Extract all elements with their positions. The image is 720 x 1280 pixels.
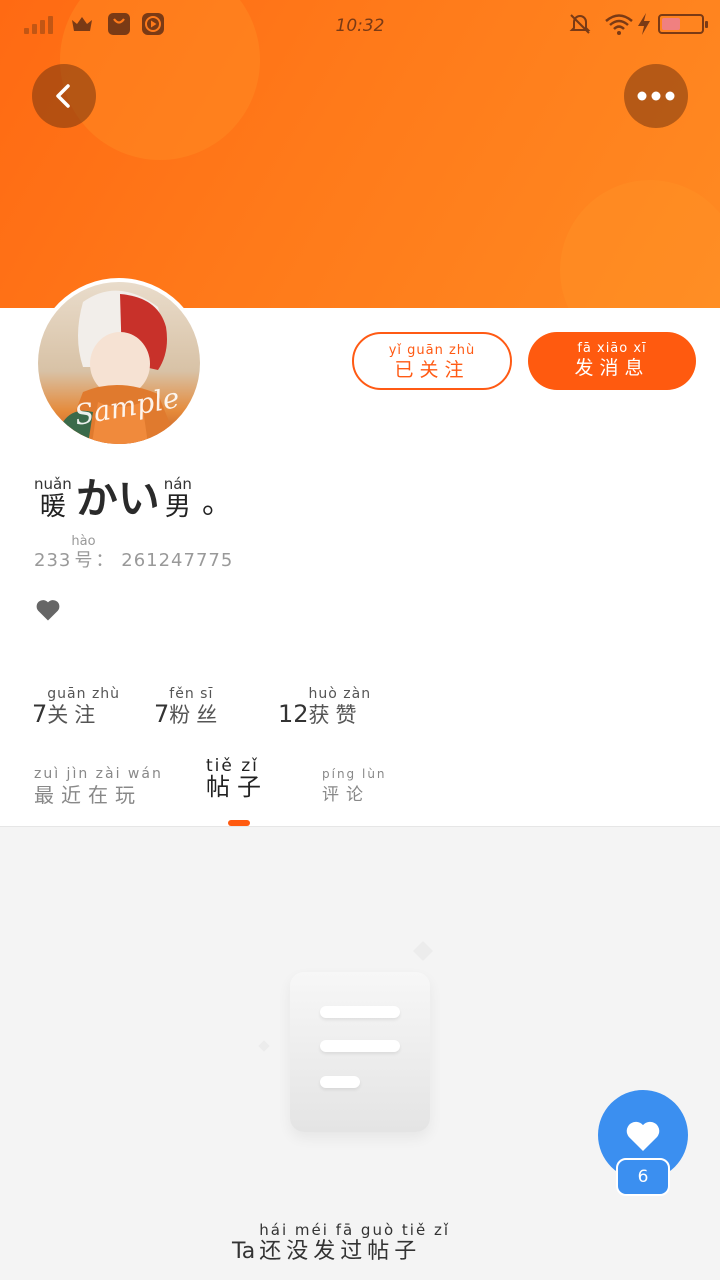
battery-icon — [658, 14, 708, 34]
banner-decoration — [560, 180, 720, 308]
username: nuǎn 暖 かい nán 男 。 — [34, 476, 232, 536]
profile-card: Sample yǐ guān zhù 已关注 fā xiāo xī 发消息 nu… — [0, 278, 720, 826]
back-button[interactable] — [32, 64, 96, 128]
more-dots-icon — [637, 91, 675, 101]
heart-icon — [626, 1121, 660, 1151]
stat-likes: 12 huò zàn 获赞 — [278, 686, 372, 728]
charging-icon — [638, 13, 650, 35]
message-button[interactable]: fā xiāo xī 发消息 — [528, 332, 696, 390]
heart-icon[interactable] — [34, 596, 62, 624]
name-main: かい — [75, 474, 160, 523]
sparkle-decoration — [258, 1040, 270, 1052]
message-button-pinyin: fā xiāo xī — [577, 341, 647, 356]
followed-button-pinyin: yǐ guān zhù — [388, 343, 476, 358]
sparkle-decoration — [413, 941, 433, 961]
followed-button[interactable]: yǐ guān zhù 已关注 — [352, 332, 512, 390]
name-prefix: nuǎn 暖 — [34, 475, 72, 522]
empty-document-illustration — [290, 972, 430, 1132]
divider — [0, 826, 720, 827]
id-value: ： 261247775 — [95, 550, 234, 571]
tab-comments[interactable]: píng lùn 评论 — [322, 766, 387, 808]
name-suffix: nán 男 — [163, 475, 192, 522]
id-hao: hào 号 — [71, 534, 96, 571]
avatar[interactable]: Sample — [34, 278, 204, 448]
like-count-badge: 6 — [616, 1158, 670, 1196]
mute-bell-icon — [569, 14, 591, 34]
stat-following[interactable]: 7 guān zhù 关注 — [32, 686, 120, 728]
wifi-icon — [605, 14, 633, 35]
chevron-left-icon — [56, 84, 70, 108]
stat-fans[interactable]: 7 fěn sī 粉丝 — [154, 686, 223, 728]
status-bar: 10:32 — [0, 0, 720, 52]
tab-posts[interactable]: tiě zǐ 帖子 — [206, 758, 268, 801]
tab-recent[interactable]: zuì jìn zài wán 最近在玩 — [34, 766, 163, 808]
followed-button-label: 已关注 — [394, 359, 470, 381]
empty-state-message: Ta hái méi fā guò tiě zǐ 还没发过帖子 — [232, 1221, 450, 1264]
more-button[interactable] — [624, 64, 688, 128]
name-tail: 。 — [201, 486, 232, 521]
profile-tabs: zuì jìn zài wán 最近在玩 tiě zǐ 帖子 píng lùn … — [0, 758, 720, 826]
user-id: 233 hào 号 ： 261247775 — [34, 534, 234, 571]
message-button-label: 发消息 — [574, 357, 650, 379]
